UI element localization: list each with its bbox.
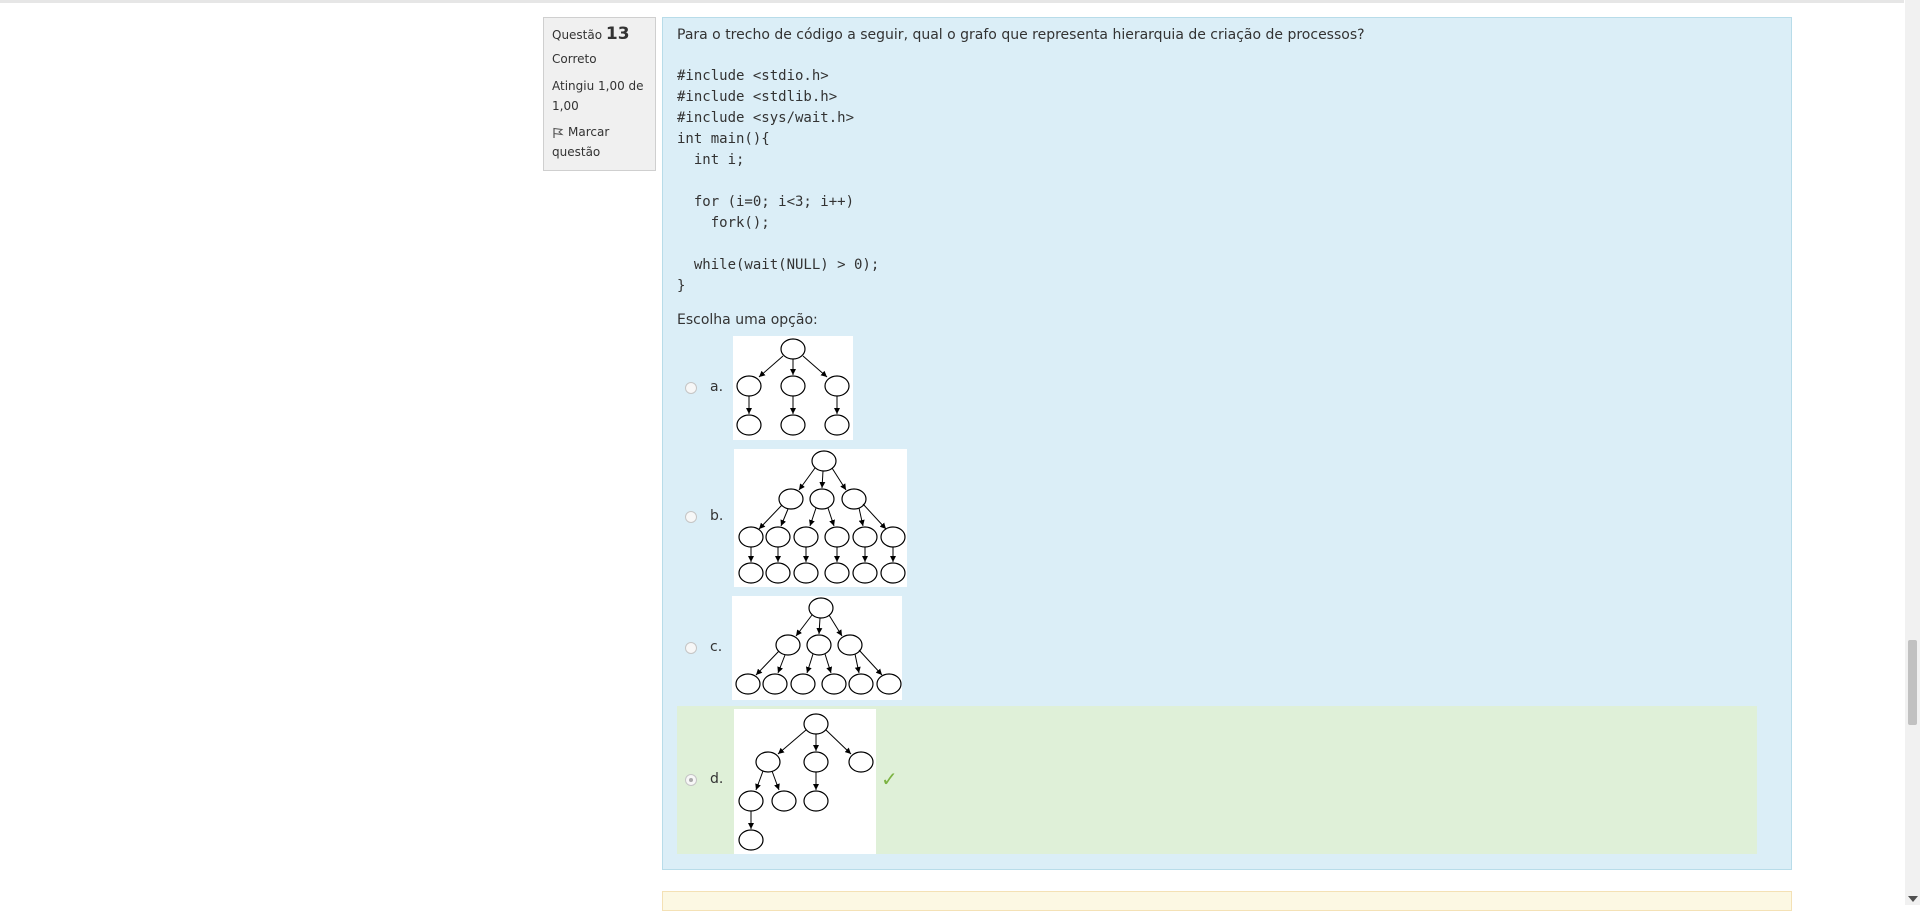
graph-image-a — [733, 336, 853, 440]
top-divider — [0, 0, 1904, 3]
option-letter-c: c. — [710, 639, 723, 655]
question-grade: Atingiu 1,00 de 1,00 — [552, 79, 644, 113]
next-question-panel — [662, 891, 1792, 911]
question-number: Questão 13 — [552, 24, 647, 44]
graph-image-d — [734, 709, 876, 854]
answer-option-a[interactable]: a. — [677, 334, 1757, 442]
question-state: Correto — [552, 52, 597, 66]
answer-prompt: Escolha uma opção: — [677, 312, 818, 328]
radio-option-c[interactable] — [685, 642, 697, 654]
question-label: Questão — [552, 28, 603, 42]
radio-option-b[interactable] — [685, 511, 697, 523]
answer-option-d[interactable]: d. ✓ — [677, 706, 1757, 854]
option-letter-d: d. — [710, 771, 724, 787]
scrollbar-thumb[interactable] — [1908, 640, 1917, 725]
flag-question-link[interactable]: Marcar questão — [552, 122, 647, 162]
graph-image-c — [732, 596, 902, 700]
code-snippet: #include <stdio.h> #include <stdlib.h> #… — [677, 68, 880, 294]
radio-option-d[interactable] — [685, 774, 697, 786]
question-text: Para o trecho de código a seguir, qual o… — [677, 27, 1365, 43]
question-content: Para o trecho de código a seguir, qual o… — [662, 17, 1792, 870]
option-letter-b: b. — [710, 508, 724, 524]
question-info: Questão 13 Correto Atingiu 1,00 de 1,00 … — [543, 17, 656, 171]
option-letter-a: a. — [710, 379, 724, 395]
question-num: 13 — [605, 24, 630, 44]
answer-option-c[interactable]: c. — [677, 594, 1757, 702]
page-scrollbar[interactable] — [1905, 0, 1920, 905]
answer-option-b[interactable]: b. — [677, 447, 1757, 587]
scroll-down-icon[interactable] — [1908, 896, 1918, 902]
flag-icon — [553, 127, 564, 138]
radio-option-a[interactable] — [685, 382, 697, 394]
graph-image-b — [734, 449, 907, 587]
check-icon: ✓ — [881, 767, 898, 791]
